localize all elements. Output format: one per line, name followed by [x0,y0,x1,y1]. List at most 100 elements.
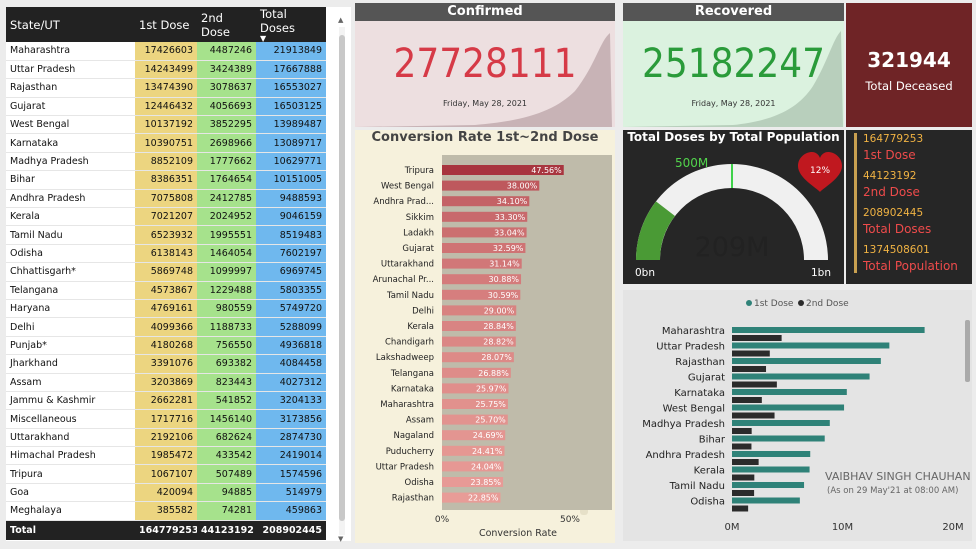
table-scrollbar[interactable]: ▲ ▼ [338,16,345,543]
header-state[interactable]: State/UT [6,7,135,42]
bar-dose1[interactable] [732,358,881,364]
table-row[interactable]: Tripura 1067107 507489 1574596 [6,464,326,484]
table-row[interactable]: Jammu & Kashmir 2662281 541852 3204133 [6,391,326,411]
bar-dose2[interactable] [732,366,767,372]
legend-label-dose2[interactable]: 2nd Dose [806,299,849,309]
bar-dose2[interactable] [732,443,752,450]
cell-state: Rajasthan [6,78,135,98]
cell-total: 4936818 [256,336,326,356]
cell-total: 16503125 [256,97,326,117]
table-row[interactable]: Uttarakhand 2192106 682624 2874730 [6,428,326,448]
cell-total: 2874730 [256,428,326,448]
table-row[interactable]: Chhattisgarh* 5869748 1099997 6969745 [6,262,326,282]
bar-dose2[interactable] [732,412,775,419]
legend-dot-dose1 [746,300,752,306]
table-row[interactable]: Odisha 6138143 1464054 7602197 [6,244,326,264]
table-row[interactable]: West Bengal 10137192 3852295 13989487 [6,115,326,135]
stat-total-value: 208902445 [863,207,924,219]
bar-dose2[interactable] [732,428,752,434]
table-row[interactable]: Tamil Nadu 6523932 1995551 8519483 [6,225,326,245]
header-total[interactable]: Total Doses ▼ [256,7,326,43]
table-row[interactable]: Andhra Pradesh 7075808 2412785 9488593 [6,189,326,209]
category-label: Rajasthan [675,357,725,368]
table-row[interactable]: Punjab* 4180268 756550 4936818 [6,336,326,356]
table-row[interactable]: Telangana 4573867 1229488 5803355 [6,281,326,300]
table-row[interactable]: Goa 420094 94885 514979 [6,483,326,503]
confirmed-value: 27728111 [393,41,577,87]
cell-state: Uttar Pradesh [6,60,135,80]
scroll-down-icon[interactable]: ▼ [338,535,343,543]
cell-total: 9046159 [256,207,326,227]
cell-dose2: 1995551 [197,225,256,245]
bar-dose2[interactable] [732,505,749,512]
bar-dose1[interactable] [732,466,810,473]
date-note: (As on 29 May'21 at 08:00 AM) [827,486,959,496]
table-row[interactable]: Himachal Pradesh 1985472 433542 2419014 [6,446,326,466]
table-row[interactable]: Rajasthan 13474390 3078637 16553027 [6,78,326,98]
deceased-label: Total Deceased [865,79,953,93]
gauge-min-label: 0bn [635,267,655,279]
table-row[interactable]: Gujarat 12446432 4056693 16503125 [6,97,326,117]
table-row[interactable]: Uttar Pradesh 14243499 3424389 17667888 [6,60,326,80]
table-scroll-thumb[interactable] [339,35,345,521]
cell-dose1: 4573867 [135,281,197,300]
category-label: Puducherry [386,447,434,457]
category-label: Kerala [694,466,725,477]
bar-dose2[interactable] [732,459,759,465]
bar-dose2[interactable] [732,335,782,341]
bar-dose1[interactable] [732,327,925,333]
category-label: Delhi [412,306,434,316]
bar-dose2[interactable] [732,490,755,496]
cell-dose1: 8852109 [135,152,197,172]
bar-dose1[interactable] [732,497,800,504]
bar-dose2[interactable] [732,474,755,481]
table-row[interactable]: Karnataka 10390751 2698966 13089717 [6,133,326,153]
cell-total: 10629771 [256,152,326,172]
data-label: 24.04% [471,462,502,471]
table-row[interactable]: Haryana 4769161 980559 5749720 [6,299,326,319]
cell-dose1: 6138143 [135,244,197,264]
table-row[interactable]: Maharashtra 17426603 4487246 21913849 [6,42,326,61]
cell-dose1: 14243499 [135,60,197,80]
bar-dose1[interactable] [732,404,845,411]
author-credit: VAIBHAV SINGH CHAUHAN [825,470,971,483]
category-label: Chandigarh [385,338,434,348]
category-label: West Bengal [381,182,434,192]
bar-dose1[interactable] [732,482,805,488]
table-row[interactable]: Miscellaneous 1717716 1456140 3173856 [6,409,326,429]
table-row[interactable]: Jharkhand 3391076 693382 4084458 [6,354,326,374]
bar-dose1[interactable] [732,420,830,426]
cell-dose1: 7021207 [135,207,197,227]
x-tick-label: 0% [435,515,450,525]
chart-scroll-thumb[interactable] [965,320,970,382]
header-dose1[interactable]: 1st Dose [135,7,197,42]
category-label: Odisha [405,478,434,488]
table-row[interactable]: Madhya Pradesh 8852109 1777662 10629771 [6,152,326,172]
bar-dose1[interactable] [732,389,847,395]
cell-state: Karnataka [6,133,135,153]
table-row[interactable]: Bihar 8386351 1764654 10151005 [6,170,326,190]
bar-dose1[interactable] [732,373,870,380]
cell-state: Jammu & Kashmir [6,391,135,411]
table-body: Maharashtra 17426603 4487246 21913849 Uttar … [6,42,326,521]
table-row[interactable]: Delhi 4099366 1188733 5288099 [6,317,326,337]
category-label: Gujarat [688,373,725,384]
data-label: 38.00% [507,182,538,191]
bar-dose1[interactable] [732,451,811,457]
cell-dose1: 5869748 [135,262,197,282]
bar-dose2[interactable] [732,350,770,357]
header-dose2[interactable]: 2nd Dose [197,7,256,42]
bar-dose1[interactable] [732,342,890,349]
bar-dose2[interactable] [732,381,777,388]
category-label: Andhra Prad... [373,197,434,207]
bar-dose2[interactable] [732,397,762,403]
table-row[interactable]: Meghalaya 385582 74281 459863 [6,501,326,521]
table-row[interactable]: Kerala 7021207 2024952 9046159 [6,207,326,227]
table-row[interactable]: Assam 3203869 823443 4027312 [6,373,326,392]
cell-state: Delhi [6,317,135,337]
scroll-up-icon[interactable]: ▲ [338,16,343,24]
legend-label-dose1[interactable]: 1st Dose [754,299,794,309]
bar-dose1[interactable] [732,435,825,442]
cell-dose2: 1229488 [197,281,256,300]
confirmed-card: Confirmed 27728111 Friday, May 28, 2021 [355,3,615,127]
